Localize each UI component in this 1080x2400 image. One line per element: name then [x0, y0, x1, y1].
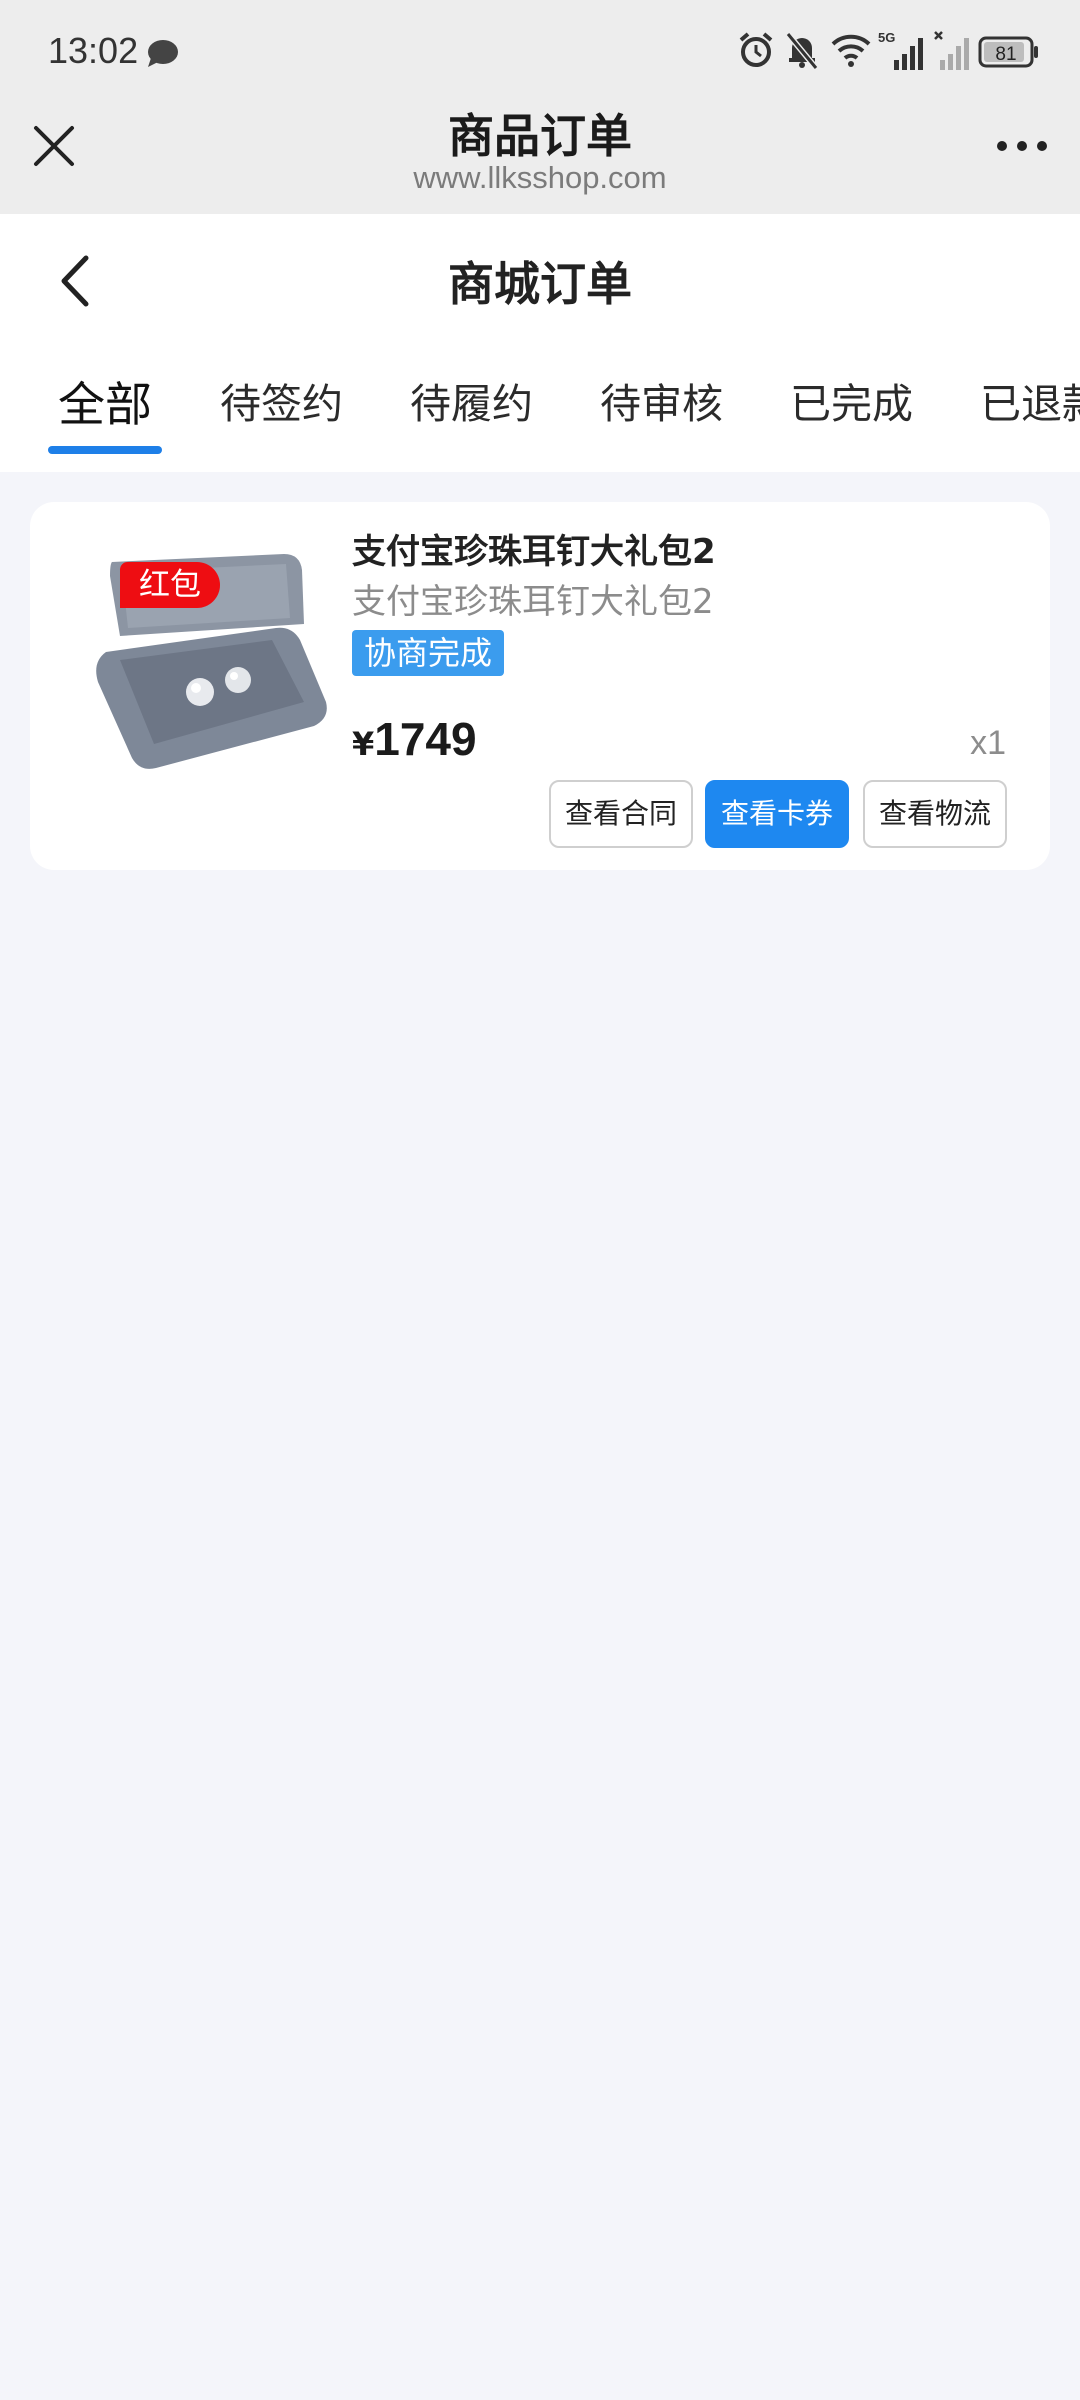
order-card[interactable]: 红包 支付宝珍珠耳钉大礼包2 支付宝珍珠耳钉大礼包2 协商完成 ¥1749 x1…: [30, 502, 1050, 870]
tab-pending-sign[interactable]: 待签约: [220, 370, 343, 430]
tab-all[interactable]: 全部: [58, 366, 152, 435]
browser-title: 商品订单: [448, 109, 632, 163]
order-status-tag: 协商完成: [352, 630, 505, 676]
battery-icon: 81: [978, 34, 1040, 74]
price-value: 1749: [374, 713, 477, 765]
product-title[interactable]: 支付宝珍珠耳钉大礼包2: [352, 524, 716, 573]
page-title: 商城订单: [448, 257, 632, 311]
battery-level: 81: [995, 44, 1016, 65]
view-logistics-button[interactable]: 查看物流: [863, 780, 1007, 848]
price-currency: ¥: [352, 725, 375, 763]
more-icon: [997, 141, 1047, 151]
tab-pending-fulfill[interactable]: 待履约: [410, 370, 533, 430]
tab-completed[interactable]: 已完成: [790, 370, 913, 430]
order-quantity: x1: [970, 724, 1006, 762]
status-time: 13:02: [48, 30, 139, 71]
view-contract-button[interactable]: 查看合同: [549, 780, 693, 848]
tab-refunded[interactable]: 已退款: [980, 370, 1080, 430]
product-image[interactable]: 红包: [76, 532, 346, 774]
product-subtitle: 支付宝珍珠耳钉大礼包2: [352, 582, 714, 622]
alarm-icon: [738, 30, 774, 74]
view-coupon-button[interactable]: 查看卡券: [705, 780, 849, 848]
redpacket-badge: 红包: [120, 562, 220, 608]
order-tabs: 全部 待签约 待履约 待审核 已完成 已退款: [0, 334, 1080, 472]
browser-header: 商品订单 www.llksshop.com: [0, 100, 1080, 214]
active-tab-indicator: [48, 446, 162, 454]
network-type-label: 5G: [878, 30, 895, 45]
signal-icon: [934, 30, 974, 78]
message-icon: [146, 38, 180, 72]
tab-pending-review[interactable]: 待审核: [600, 370, 723, 430]
order-price: ¥1749: [352, 712, 477, 766]
page-nav: 商城订单 全部 待签约 待履约 待审核 已完成 已退款: [0, 214, 1080, 472]
browser-url: www.llksshop.com: [413, 160, 667, 195]
status-bar: 13:02 5G 81: [0, 0, 1080, 100]
wifi-icon: [830, 30, 872, 74]
signal-icon: 5G: [878, 30, 930, 78]
more-button[interactable]: [994, 126, 1050, 166]
status-icons: 5G 81: [738, 30, 1038, 74]
mute-icon: [784, 30, 820, 74]
